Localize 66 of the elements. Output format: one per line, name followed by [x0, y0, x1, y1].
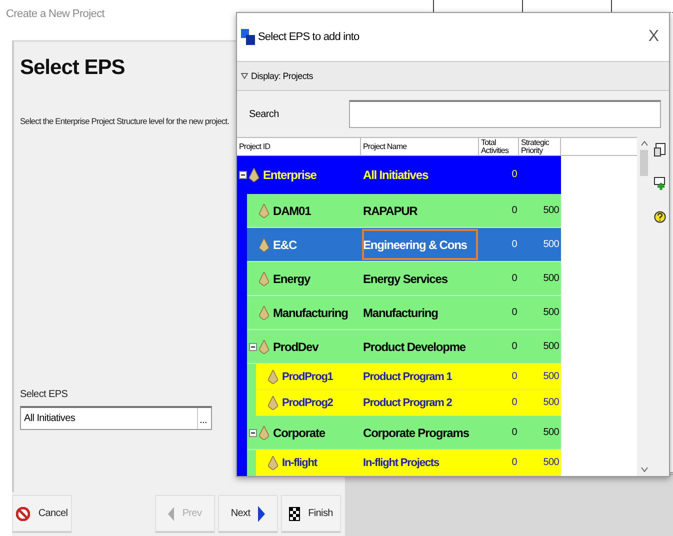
priority-value: 500: [543, 273, 559, 284]
activity-count: 0: [512, 457, 517, 468]
project-name: Product Developme: [363, 340, 466, 354]
activity-count: 0: [512, 371, 517, 382]
priority-value: 500: [543, 341, 559, 352]
tree-row[interactable]: Corporate Corporate Programs 0 500: [247, 416, 561, 450]
project-name: All Initiatives: [363, 168, 428, 182]
close-button[interactable]: X: [646, 28, 661, 46]
activity-count: 0: [512, 169, 517, 180]
field-label: Select EPS: [20, 389, 68, 400]
project-id: E&C: [273, 238, 297, 252]
project-id: Corporate: [273, 426, 325, 440]
project-name: Manufacturing: [363, 306, 438, 320]
tree-row[interactable]: Manufacturing Manufacturing 0 500: [247, 296, 561, 330]
search-label: Search: [249, 108, 280, 120]
project-id: ProdProg2: [282, 396, 333, 408]
priority-value: 500: [543, 397, 559, 408]
project-id: DAM01: [273, 204, 311, 218]
activity-count: 0: [512, 341, 517, 352]
project-id: ProdDev: [273, 340, 318, 354]
tree-row[interactable]: E&C Engineering & Cons 0 500: [247, 228, 561, 262]
browse-button[interactable]: ...: [196, 408, 209, 429]
project-id: ProdProg1: [282, 370, 333, 382]
activity-count: 0: [512, 427, 517, 438]
cancel-button[interactable]: Cancel: [12, 495, 72, 533]
activity-count: 0: [512, 205, 517, 216]
priority-value: 500: [543, 457, 559, 468]
window-title: Create a New Project: [5, 7, 105, 22]
project-name: Product Program 2: [363, 396, 452, 408]
activity-count: 0: [512, 273, 517, 284]
project-name: Product Program 1: [363, 370, 452, 382]
column-header[interactable]: Project Name: [361, 138, 479, 155]
project-id: Enterprise: [263, 168, 316, 182]
priority-value: 500: [543, 205, 559, 216]
project-name: Corporate Programs: [363, 426, 469, 440]
project-id: Manufacturing: [273, 306, 348, 320]
finish-button[interactable]: Finish: [281, 495, 341, 533]
activity-count: 0: [512, 397, 517, 408]
priority-value: 500: [543, 239, 559, 250]
project-name: RAPAPUR: [363, 204, 418, 218]
dialog-title: Select EPS to add into: [258, 31, 360, 43]
project-id: Energy: [273, 272, 310, 286]
tree-row[interactable]: Energy Energy Services 0 500: [247, 262, 561, 296]
project-name: In-flight Projects: [363, 456, 439, 468]
tree-row[interactable]: ProdDev Product Developme 0 500: [247, 330, 561, 364]
activity-count: 0: [512, 307, 517, 318]
project-id: In-flight: [282, 456, 317, 468]
display-bar[interactable]: Display: Projects: [237, 61, 669, 91]
column-header[interactable]: Strategic Priority: [519, 138, 561, 155]
tree-row[interactable]: ProdProg2 Product Program 2 0 500: [256, 390, 561, 416]
tree-row[interactable]: DAM01 RAPAPUR 0 500: [247, 194, 561, 228]
tree-row[interactable]: ProdProg1 Product Program 1 0 500: [256, 364, 561, 390]
tree-row[interactable]: In-flight In-flight Projects 0 500: [256, 450, 561, 476]
description-text: Select the Enterprise Project Structure level for the new project.: [20, 116, 230, 126]
column-header[interactable]: Total Activities: [479, 138, 519, 155]
next-button[interactable]: Next: [218, 495, 278, 533]
project-name: Engineering & Cons: [363, 238, 467, 252]
column-header[interactable]: Project ID: [237, 138, 361, 155]
activity-count: 0: [512, 239, 517, 250]
priority-value: 500: [543, 427, 559, 438]
page-heading: Select EPS: [20, 56, 125, 80]
eps-field[interactable]: All Initiatives ...: [20, 406, 212, 430]
priority-value: 500: [543, 371, 559, 382]
project-name: Energy Services: [363, 272, 448, 286]
priority-value: 500: [543, 307, 559, 318]
tree-row[interactable]: Enterprise All Initiatives 0: [237, 156, 561, 194]
